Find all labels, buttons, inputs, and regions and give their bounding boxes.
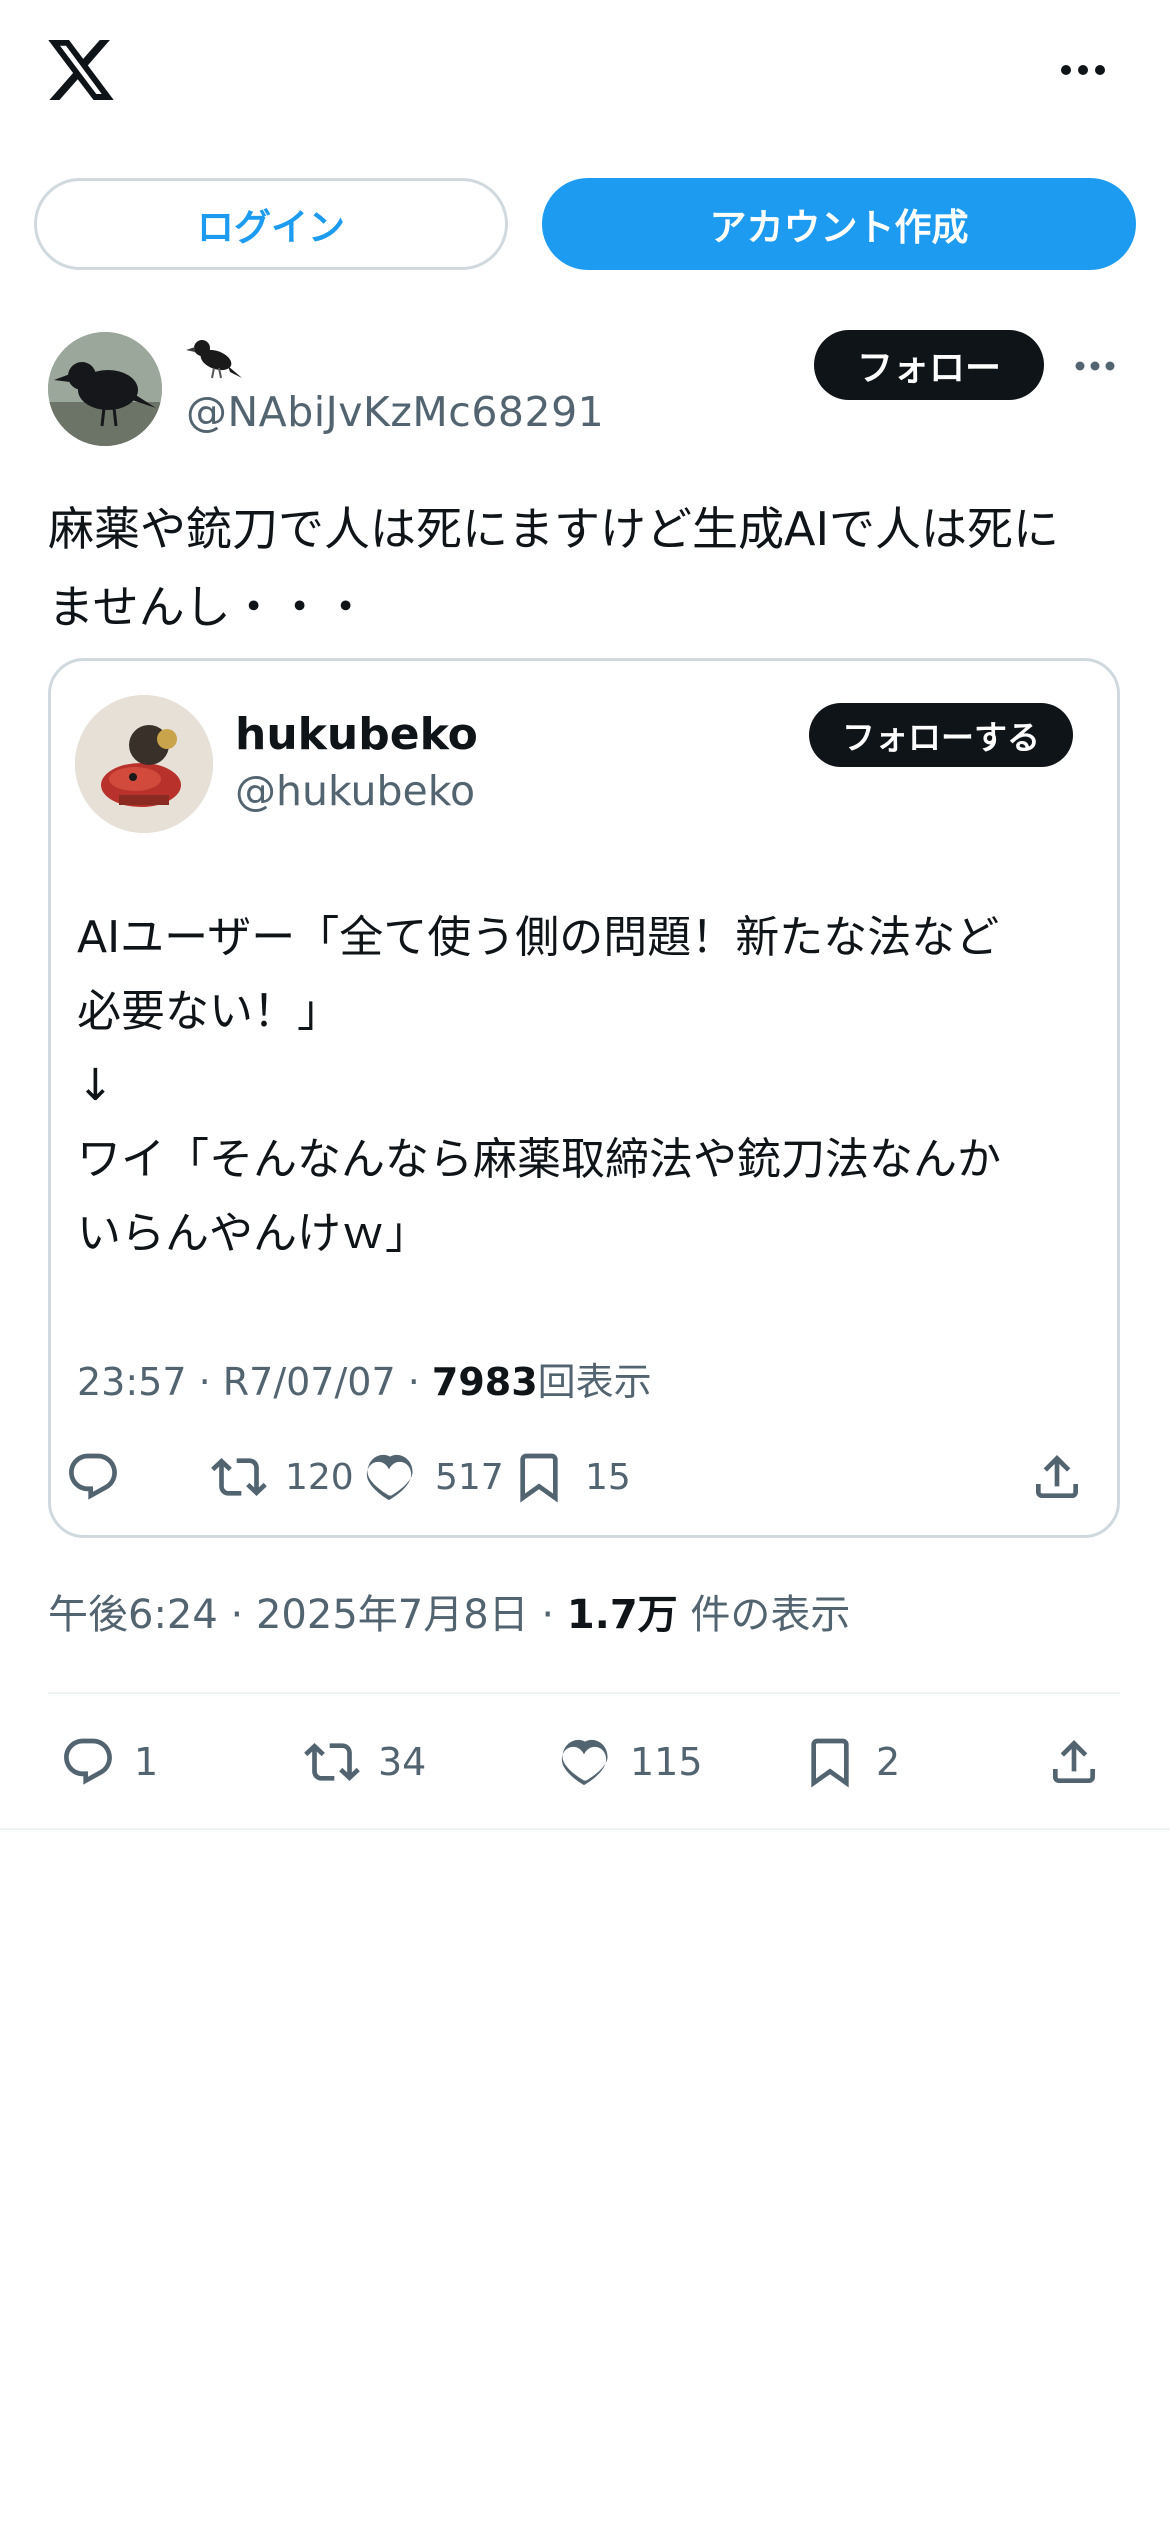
heart-icon [366, 1454, 413, 1501]
divider [0, 1828, 1170, 1830]
retweet-icon [304, 1743, 360, 1781]
more-options-icon[interactable] [1058, 60, 1108, 80]
divider [48, 1692, 1120, 1694]
bookmark-icon [811, 1738, 849, 1788]
like-button[interactable]: 115 [556, 1734, 703, 1790]
share-icon [1036, 1455, 1078, 1498]
like-count: 115 [630, 1740, 703, 1784]
quoted-like-count: 517 [435, 1456, 504, 1498]
top-bar [0, 0, 1170, 150]
quoted-text-line: いらんやんけｗ」 [77, 1208, 429, 1259]
quoted-bookmark-button[interactable]: 15 [511, 1449, 631, 1505]
quoted-author-handle[interactable]: @hukubeko [235, 767, 475, 815]
reply-count: 1 [134, 1740, 159, 1784]
quoted-like-button[interactable]: 517 [361, 1449, 504, 1505]
login-button[interactable]: ログイン [34, 178, 508, 270]
tweet-action-bar: 1 34 115 2 [0, 1726, 1170, 1806]
retweet-count: 34 [378, 1740, 427, 1784]
tweet-more-icon[interactable] [1074, 358, 1116, 374]
quoted-follow-button[interactable]: フォローする [809, 703, 1073, 767]
quoted-view-count: 7983 [431, 1360, 538, 1404]
crow-emoji-icon [186, 340, 242, 379]
quoted-retweet-count: 120 [285, 1456, 354, 1498]
share-icon [1053, 1740, 1095, 1783]
bookmark-icon [520, 1453, 558, 1503]
quoted-text-line: ワイ「そんなんなら麻薬取締法や銃刀法なんか [77, 1134, 1001, 1185]
bookmark-count: 2 [876, 1740, 901, 1784]
quoted-text-line: 必要ない！」 [77, 986, 341, 1037]
quoted-author-avatar[interactable] [75, 695, 213, 833]
quoted-view-label: 回表示 [537, 1360, 652, 1404]
quoted-reply-button[interactable] [65, 1449, 121, 1505]
quoted-text-line: AIユーザー「全て使う側の問題！新たな法など [77, 912, 1000, 963]
retweet-button[interactable]: 34 [304, 1734, 426, 1790]
create-account-button[interactable]: アカウント作成 [542, 178, 1136, 270]
quoted-bookmark-count: 15 [585, 1456, 631, 1498]
quoted-action-bar: 120 517 15 [51, 1441, 1123, 1511]
reply-button[interactable]: 1 [60, 1734, 158, 1790]
quoted-tweet-card[interactable]: hukubeko @hukubeko フォローする AIユーザー「全て使う側の問… [48, 658, 1120, 1538]
tweet-view-count: 1.7万 [566, 1592, 678, 1638]
reply-icon [69, 1453, 117, 1500]
bookmark-button[interactable]: 2 [802, 1734, 900, 1790]
tweet-timestamp[interactable]: 午後6:24 · 2025年7月8日 · [48, 1592, 567, 1638]
author-avatar[interactable] [48, 332, 162, 446]
tweet-text-line: 麻薬や銃刀で人は死にますけど生成AIで人は死に [48, 502, 1060, 556]
tweet-text-line: ませんし・・・ [48, 580, 369, 634]
quoted-share-button[interactable] [1029, 1449, 1085, 1505]
heart-icon [561, 1739, 608, 1786]
quoted-retweet-button[interactable]: 120 [211, 1449, 354, 1505]
retweet-icon [211, 1458, 267, 1496]
tweet-text: 麻薬や銃刀で人は死にますけど生成AIで人は死に ませんし・・・ [48, 490, 1128, 646]
quoted-tweet-text: AIユーザー「全て使う側の問題！新たな法など 必要ない！」 ↓ ワイ「そんなんな… [77, 901, 1107, 1271]
tweet-view-label: 件の表示 [677, 1592, 851, 1638]
quoted-timestamp: 23:57 · R7/07/07 · [77, 1360, 432, 1404]
quoted-author-name[interactable]: hukubeko [235, 709, 478, 760]
follow-button[interactable]: フォロー [814, 330, 1044, 400]
x-logo-icon[interactable] [48, 40, 114, 100]
quoted-text-line: ↓ [77, 1060, 114, 1111]
tweet-meta: 午後6:24 · 2025年7月8日 · 1.7万 件の表示 [48, 1582, 850, 1640]
share-button[interactable] [1046, 1734, 1102, 1790]
reply-icon [64, 1738, 112, 1785]
quoted-tweet-meta: 23:57 · R7/07/07 · 7983回表示 [77, 1351, 652, 1406]
author-handle[interactable]: @NAbiJvKzMc68291 [186, 388, 604, 436]
